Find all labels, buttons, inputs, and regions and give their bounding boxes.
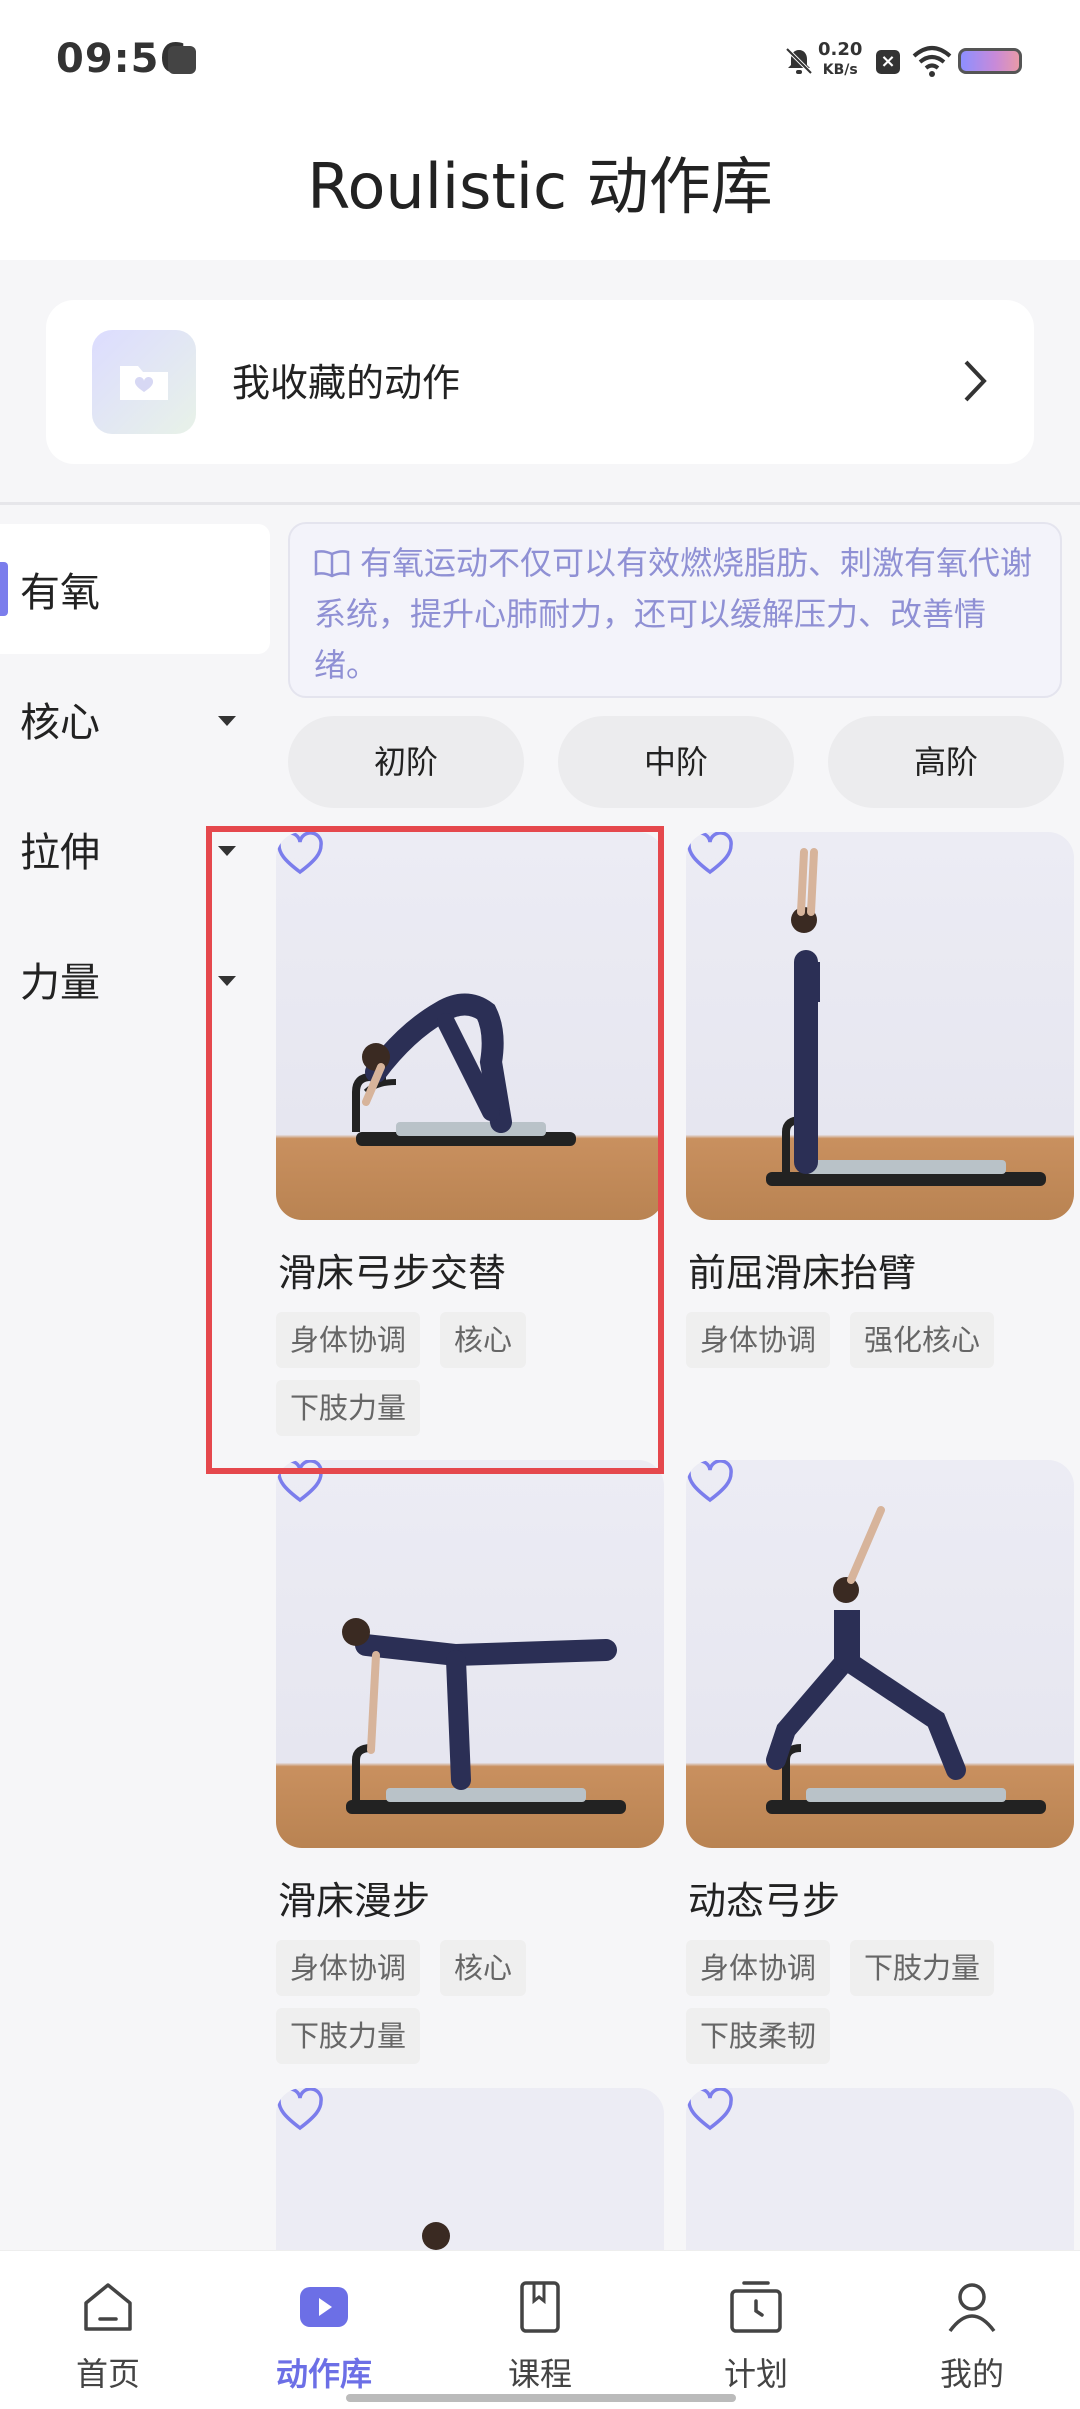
heart-icon[interactable] (276, 2088, 324, 2132)
user-icon (948, 2283, 996, 2333)
tag: 身体协调 (686, 1312, 831, 1368)
book-icon (520, 2281, 560, 2333)
tab-library[interactable]: 动作库 (216, 2251, 432, 2409)
mute-bell-icon (785, 47, 813, 75)
tab-label: 动作库 (275, 2355, 372, 2393)
exercise-image (276, 1460, 664, 1848)
level-intermediate-button[interactable]: 中阶 (558, 716, 794, 808)
net-speed-value: 0.20 (818, 39, 863, 60)
category-description: 有氧运动不仅可以有效燃烧脂肪、刺激有氧代谢系统，提升心肺耐力，还可以缓解压力、改… (288, 522, 1062, 698)
wifi-icon (912, 46, 952, 77)
exercise-title: 前屈滑床抬臂 (688, 1251, 917, 1295)
tag: 强化核心 (850, 1312, 995, 1368)
exercise-image (686, 832, 1074, 1220)
figure-head (422, 2222, 450, 2250)
notification-icon (168, 46, 196, 74)
level-advanced-button[interactable]: 高阶 (828, 716, 1064, 808)
net-speed-unit: KB/s (822, 62, 858, 78)
exercise-title: 动态弓步 (688, 1879, 841, 1923)
tag: 下肢力量 (276, 2008, 421, 2064)
tag: 身体协调 (276, 1940, 421, 1996)
favorites-label: 我收藏的动作 (232, 361, 461, 405)
active-indicator (0, 562, 8, 616)
sidebar-item-label: 力量 (20, 960, 100, 1006)
description-text: 有氧运动不仅可以有效燃烧脂肪、刺激有氧代谢系统，提升心肺耐力，还可以缓解压力、改… (314, 544, 1033, 684)
chevron-right-icon (964, 360, 987, 402)
tab-label: 课程 (507, 2355, 572, 2393)
home-icon (84, 2283, 132, 2331)
exercise-card[interactable]: 动态弓步 身体协调 下肢力量 下肢柔韧 (686, 1460, 1074, 2080)
exercise-card[interactable]: 滑床漫步 身体协调 核心 下肢力量 (276, 1460, 664, 2080)
selection-highlight (206, 826, 664, 1474)
sidebar-item-label: 拉伸 (20, 830, 100, 876)
bottom-tab-bar: 首页 动作库 课程 计划 我的 (0, 2250, 1080, 2409)
tag: 下肢柔韧 (686, 2008, 831, 2064)
clock-icon (730, 2281, 782, 2333)
play-icon (300, 2287, 348, 2327)
sidebar-item-label: 核心 (20, 700, 100, 746)
page-title: Roulistic 动作库 (307, 150, 773, 223)
tab-label: 计划 (723, 2355, 788, 2393)
tag: 身体协调 (686, 1940, 831, 1996)
tab-label: 首页 (75, 2355, 140, 2393)
book-open-icon (314, 550, 350, 578)
exercise-image (686, 1460, 1074, 1848)
tab-home[interactable]: 首页 (0, 2251, 216, 2409)
status-bar: 09:56 0.20 KB/s × (0, 0, 1080, 130)
app-notify-icon: × (876, 50, 900, 74)
net-speed: 0.20 KB/s (818, 40, 862, 80)
exercise-card[interactable]: 前屈滑床抬臂 身体协调 强化核心 (686, 832, 1074, 1392)
caret-down-icon (218, 716, 236, 726)
tab-profile[interactable]: 我的 (864, 2251, 1080, 2409)
exercise-title: 滑床漫步 (278, 1879, 431, 1923)
sidebar-item-label: 有氧 (20, 570, 100, 616)
divider (0, 502, 1080, 505)
tab-label: 我的 (939, 2355, 1004, 2393)
exercise-image[interactable] (686, 2088, 1074, 2250)
sidebar-item-core[interactable]: 核心 (0, 654, 270, 784)
home-indicator[interactable] (346, 2394, 736, 2402)
exercise-image[interactable] (276, 2088, 664, 2250)
tab-plan[interactable]: 计划 (648, 2251, 864, 2409)
level-beginner-button[interactable]: 初阶 (288, 716, 524, 808)
tag: 下肢力量 (850, 1940, 995, 1996)
app-header: Roulistic 动作库 (0, 130, 1080, 260)
sidebar-item-aerobic[interactable]: 有氧 (0, 524, 270, 654)
tag: 核心 (440, 1940, 527, 1996)
heart-icon[interactable] (686, 2088, 734, 2132)
battery-icon (958, 48, 1022, 74)
tab-courses[interactable]: 课程 (432, 2251, 648, 2409)
heart-icon[interactable] (686, 832, 734, 876)
heart-icon[interactable] (686, 1460, 734, 1504)
favorites-card[interactable]: 我收藏的动作 (46, 300, 1034, 464)
folder-heart-icon (92, 330, 196, 434)
